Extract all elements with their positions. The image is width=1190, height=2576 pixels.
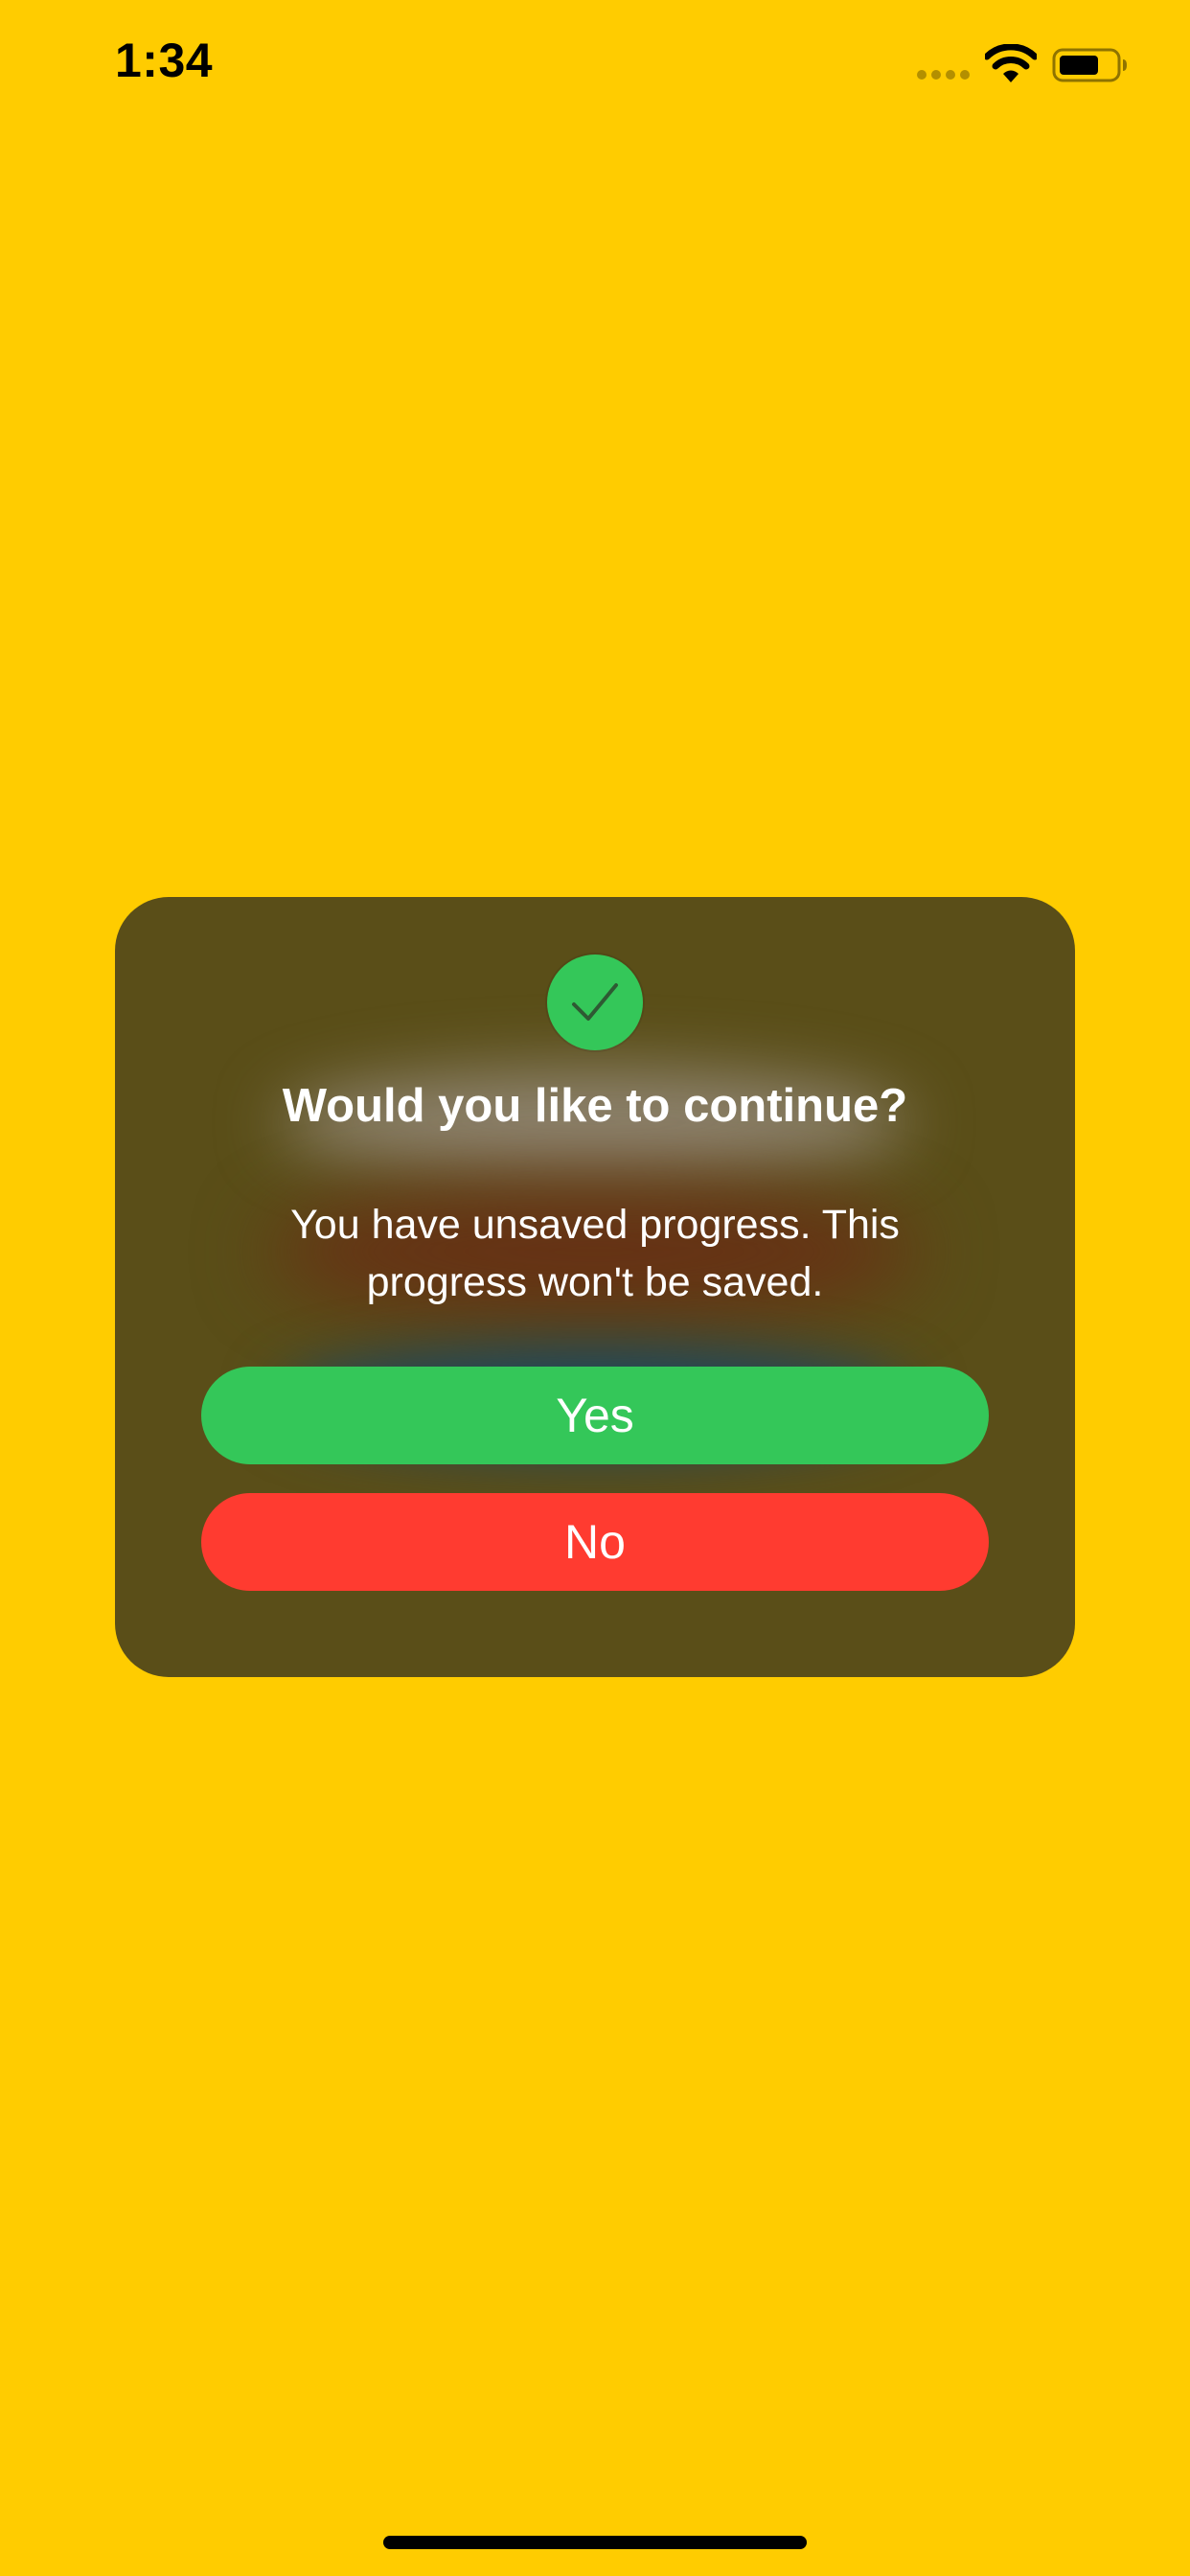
- battery-icon: [1052, 48, 1127, 82]
- cellular-signal-icon: [917, 70, 970, 80]
- checkmark-icon: [547, 954, 643, 1050]
- status-bar: 1:34: [0, 0, 1190, 134]
- no-button[interactable]: No: [201, 1493, 989, 1591]
- dialog-title: Would you like to continue?: [282, 1080, 908, 1132]
- home-indicator[interactable]: [383, 2536, 807, 2549]
- status-time: 1:34: [115, 34, 214, 87]
- continue-dialog: Would you like to continue? You have uns…: [115, 897, 1075, 1677]
- wifi-icon: [985, 44, 1037, 82]
- yes-button[interactable]: Yes: [201, 1367, 989, 1464]
- dialog-message: You have unsaved progress. This progress…: [290, 1202, 900, 1305]
